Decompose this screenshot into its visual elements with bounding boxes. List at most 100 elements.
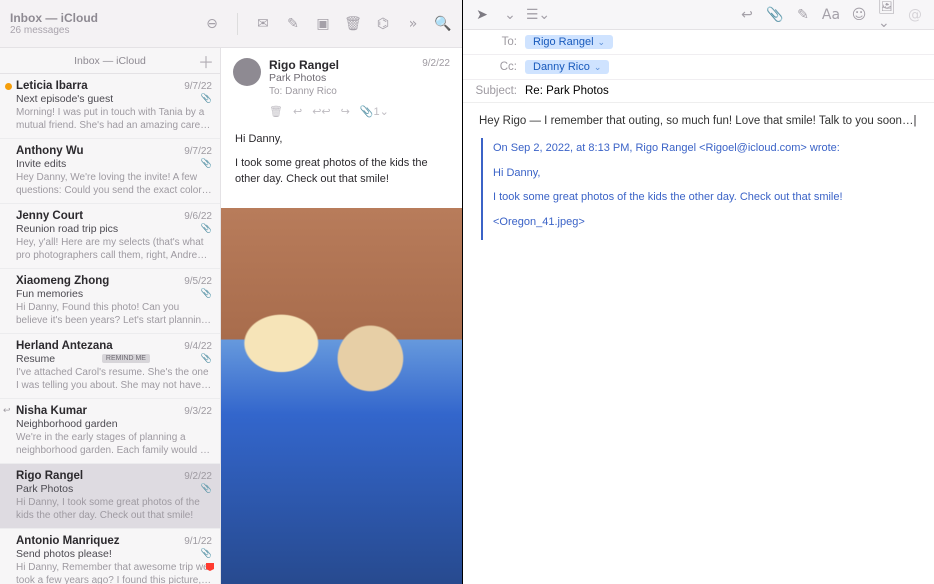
- message-sender: Rigo Rangel: [16, 470, 83, 482]
- attachment-icon: 📎: [201, 548, 212, 559]
- message-subject: Send photos please!: [16, 548, 112, 560]
- message-snippet: Hi Danny, Remember that awesome trip we …: [16, 561, 212, 584]
- message-subject: Reunion road trip pics: [16, 223, 118, 235]
- search-icon[interactable]: 🔍: [434, 15, 452, 33]
- quoted-block: On Sep 2, 2022, at 8:13 PM, Rigo Rangel …: [481, 138, 918, 240]
- flag-dot-icon: [5, 83, 12, 90]
- mailbox-count: 26 messages: [10, 25, 203, 36]
- compose-toolbar: ➤ ⌄ ☰⌄ ↩ 📎 ✎ Aa ☺ 🖼⌄ @: [463, 0, 934, 30]
- quoted-header: On Sep 2, 2022, at 8:13 PM, Rigo Rangel …: [493, 140, 918, 157]
- archive-icon[interactable]: ▣: [314, 15, 332, 33]
- attachment-icon: 📎: [201, 353, 212, 364]
- attachment-icon: 📎: [201, 288, 212, 299]
- message-row[interactable]: Nisha Kumar 9/3/22 Neighborhood gardenWe'r…: [0, 399, 220, 464]
- quoted-line: I took some great photos of the kids the…: [493, 189, 918, 206]
- message-date: 9/3/22: [184, 406, 212, 417]
- message-row[interactable]: Jenny Court9/6/22Reunion road trip pics📎…: [0, 204, 220, 269]
- add-mailbox-icon[interactable]: ＋: [198, 49, 214, 73]
- cc-label: Cc:: [475, 61, 525, 73]
- cc-token[interactable]: Danny Rico: [525, 60, 609, 74]
- message-preview: Rigo Rangel Park Photos To: Danny Rico 9…: [221, 48, 462, 584]
- message-date: 9/1/22: [184, 536, 212, 547]
- mailbox-tab[interactable]: Inbox — iCloud ＋: [0, 48, 220, 74]
- preview-body: Hi Danny, I took some great photos of th…: [221, 124, 462, 204]
- compose-body[interactable]: Hey Rigo — I remember that outing, so mu…: [463, 103, 934, 584]
- message-subject: Fun memories: [16, 288, 83, 300]
- attach-icon[interactable]: 📎: [766, 6, 784, 24]
- filter-icon[interactable]: ⊖: [203, 15, 221, 33]
- preview-replyall-icon[interactable]: ↩↩: [312, 105, 330, 118]
- compose-header-fields: To: Rigo Rangel Cc: Danny Rico Subject:: [463, 30, 934, 103]
- message-row[interactable]: Xiaomeng Zhong9/5/22Fun memories📎Hi Dann…: [0, 269, 220, 334]
- mail-toolbar: Inbox — iCloud 26 messages ⊖ ✉ ✎ ▣ 🗑 ⌬ »…: [0, 0, 462, 48]
- preview-sender: Rigo Rangel: [269, 58, 414, 72]
- mailbox-title: Inbox — iCloud: [10, 11, 203, 25]
- preview-attachment-icon[interactable]: 📎1⌄: [360, 105, 389, 118]
- message-row[interactable]: Leticia Ibarra9/7/22Next episode's guest…: [0, 74, 220, 139]
- mailbox-tab-label: Inbox — iCloud: [74, 55, 146, 67]
- message-snippet: Hey Danny, We're loving the invite! A fe…: [16, 171, 212, 197]
- message-date: 9/2/22: [184, 471, 212, 482]
- compose-window: ➤ ⌄ ☰⌄ ↩ 📎 ✎ Aa ☺ 🖼⌄ @ To: Rigo Rangel C…: [463, 0, 934, 584]
- message-sender: Herland Antezana: [16, 340, 113, 352]
- quoted-line: <Oregon_41.jpeg>: [493, 214, 918, 231]
- compose-cc-row[interactable]: Cc: Danny Rico: [463, 55, 934, 80]
- to-token[interactable]: Rigo Rangel: [525, 35, 613, 49]
- message-date: 9/7/22: [184, 146, 212, 157]
- message-row[interactable]: Antonio Manriquez9/1/22Send photos pleas…: [0, 529, 220, 584]
- link-icon[interactable]: @: [906, 6, 924, 24]
- format-icon[interactable]: Aa: [822, 6, 840, 24]
- preview-line1: Hi Danny,: [235, 132, 448, 148]
- message-snippet: I've attached Carol's resume. She's the …: [16, 366, 212, 392]
- compose-body-text[interactable]: Hey Rigo — I remember that outing, so mu…: [479, 115, 916, 127]
- trash-icon[interactable]: 🗑: [344, 15, 362, 33]
- message-snippet: We're in the early stages of planning a …: [16, 431, 212, 457]
- message-sender: Nisha Kumar: [16, 405, 87, 417]
- subject-input[interactable]: [525, 85, 922, 97]
- preview-forward-icon[interactable]: ↪: [341, 105, 350, 118]
- message-date: 9/4/22: [184, 341, 212, 352]
- send-icon[interactable]: ➤: [473, 6, 491, 24]
- emoji-icon[interactable]: ☺: [850, 6, 868, 24]
- message-date: 9/6/22: [184, 211, 212, 222]
- replied-icon: [5, 408, 12, 415]
- message-snippet: Hey, y'all! Here are my selects (that's …: [16, 236, 212, 262]
- header-fields-icon[interactable]: ☰⌄: [529, 6, 547, 24]
- attachment-icon: 📎: [201, 93, 212, 104]
- send-menu-icon[interactable]: ⌄: [501, 6, 519, 24]
- attachment-icon: 📎: [201, 158, 212, 169]
- sender-avatar: [233, 58, 261, 86]
- preview-trash-icon[interactable]: 🗑: [269, 105, 283, 118]
- mailboxes-icon[interactable]: ✉: [254, 15, 272, 33]
- message-list: Inbox — iCloud ＋ Leticia Ibarra9/7/22Nex…: [0, 48, 221, 584]
- mail-window: Inbox — iCloud 26 messages ⊖ ✉ ✎ ▣ 🗑 ⌬ »…: [0, 0, 463, 584]
- to-label: To:: [475, 36, 525, 48]
- message-subject: Neighborhood garden: [16, 418, 118, 430]
- preview-reply-icon[interactable]: ↩: [293, 105, 302, 118]
- message-subject: Invite edits: [16, 158, 66, 170]
- preview-to-name: Danny Rico: [285, 86, 337, 97]
- more-icon[interactable]: »: [404, 15, 422, 33]
- preview-to-label: To:: [269, 86, 282, 97]
- message-row[interactable]: Herland Antezana9/4/22ResumeREMIND ME📎I'…: [0, 334, 220, 399]
- message-subject: Resume: [16, 353, 55, 365]
- compose-icon[interactable]: ✎: [284, 15, 302, 33]
- message-row[interactable]: Rigo Rangel9/2/22Park Photos📎Hi Danny, I…: [0, 464, 220, 529]
- message-snippet: Morning! I was put in touch with Tania b…: [16, 106, 212, 132]
- preview-attachment-image[interactable]: [221, 208, 462, 584]
- attachment-icon: 📎: [201, 483, 212, 494]
- message-date: 9/5/22: [184, 276, 212, 287]
- markup-icon[interactable]: ✎: [794, 6, 812, 24]
- attachment-icon: 📎: [201, 223, 212, 234]
- message-subject: Park Photos: [16, 483, 73, 495]
- message-date: 9/7/22: [184, 81, 212, 92]
- message-sender: Anthony Wu: [16, 145, 84, 157]
- message-row[interactable]: Anthony Wu 9/7/22 Invite edits 📎 Hey Danny, …: [0, 139, 220, 204]
- preview-action-bar: 🗑 ↩ ↩↩ ↪ 📎1⌄: [221, 103, 462, 124]
- junk-icon[interactable]: ⌬: [374, 15, 392, 33]
- photo-icon[interactable]: 🖼⌄: [878, 6, 896, 24]
- preview-date: 9/2/22: [422, 58, 450, 97]
- compose-subject-row[interactable]: Subject:: [463, 80, 934, 102]
- reply-icon[interactable]: ↩: [738, 6, 756, 24]
- compose-to-row[interactable]: To: Rigo Rangel: [463, 30, 934, 55]
